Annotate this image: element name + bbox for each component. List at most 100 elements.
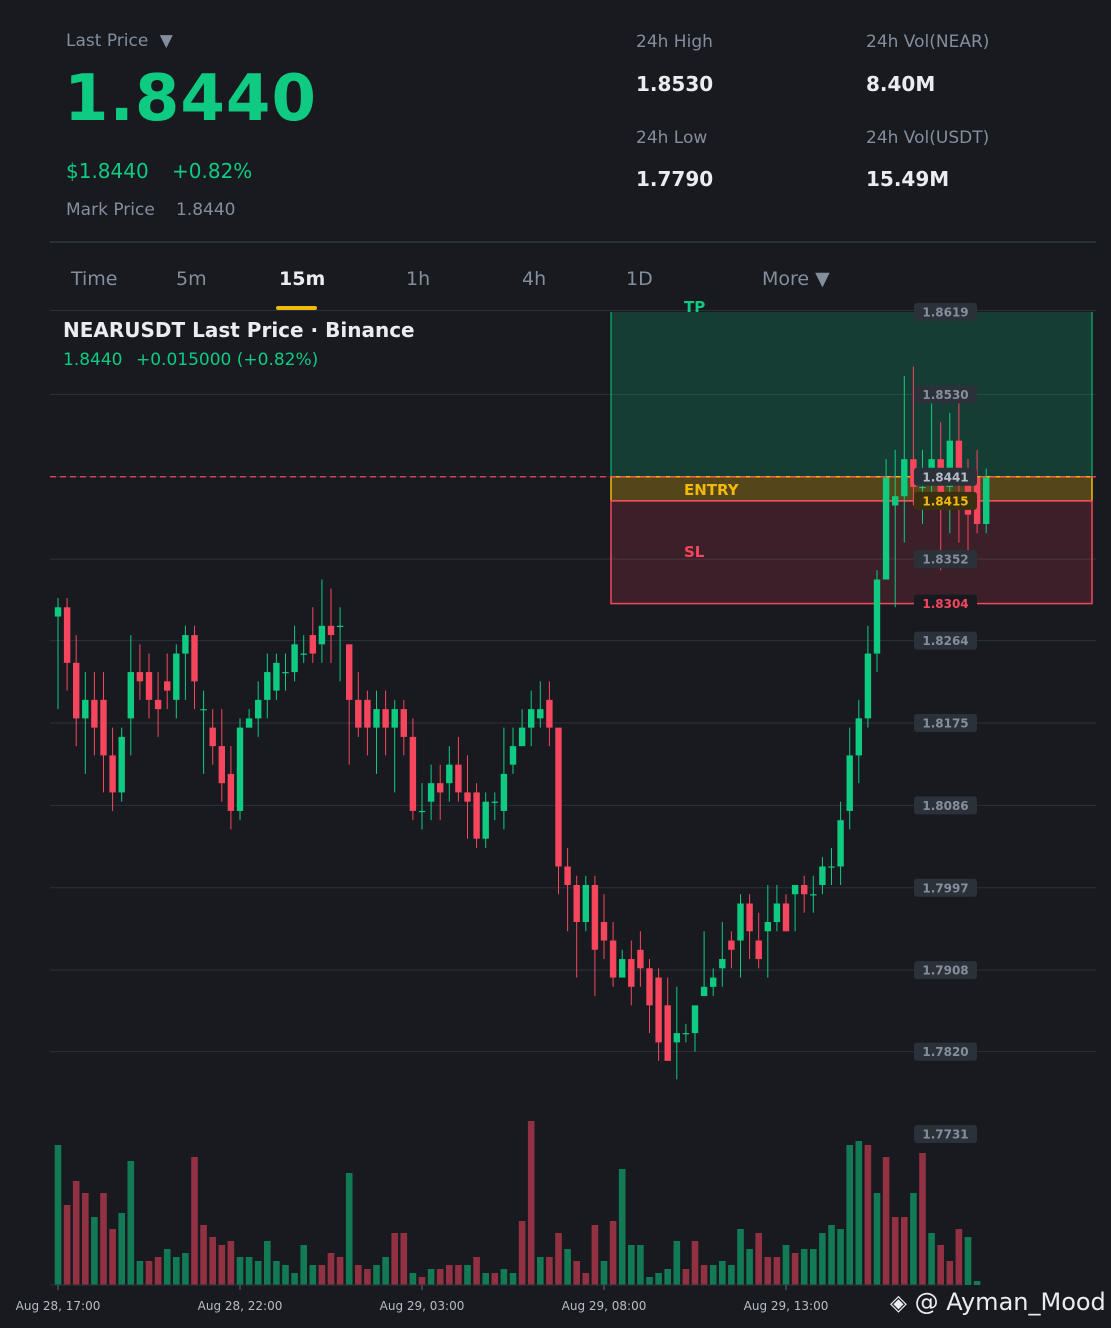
candle-body <box>491 801 498 803</box>
candle <box>700 931 708 997</box>
candle-body <box>673 1033 680 1043</box>
volume-bar <box>182 1253 189 1285</box>
candle-body <box>145 672 153 700</box>
candle-body <box>118 736 125 793</box>
volume-bar <box>327 1253 335 1285</box>
candle <box>437 764 444 821</box>
candle <box>719 922 726 987</box>
candle <box>446 746 453 802</box>
candle <box>200 690 207 774</box>
volume-bar <box>518 1221 526 1285</box>
candle <box>564 847 571 932</box>
candle-body <box>264 672 271 700</box>
candle <box>255 681 262 737</box>
price-axis-label: 1.8175 <box>922 717 968 731</box>
price-axis-label: 1.7997 <box>922 881 968 895</box>
volume-bar <box>391 1233 398 1285</box>
price-axis-label: 1.7820 <box>922 1045 968 1059</box>
chart-title: NEARUSDT Last Price · Binance <box>63 318 415 342</box>
volume-bar <box>901 1217 908 1285</box>
time-axis-label: Aug 28, 22:00 <box>198 1299 283 1313</box>
candle-body <box>855 718 862 756</box>
candle <box>655 968 662 1061</box>
candle-body <box>655 977 662 1043</box>
volume-bar <box>700 1265 708 1285</box>
candle <box>245 709 253 728</box>
volume-bar <box>245 1257 253 1285</box>
volume-bar <box>782 1245 790 1285</box>
volume-bar <box>673 1241 681 1285</box>
candle-body <box>637 949 644 969</box>
volume-bar <box>873 1193 881 1285</box>
volume-bar <box>436 1269 444 1285</box>
candle <box>127 635 134 756</box>
price-axis-label: 1.8352 <box>922 553 968 567</box>
candle-body <box>864 653 872 719</box>
candle-body <box>336 625 344 628</box>
volume-bar <box>100 1193 107 1285</box>
candle <box>746 894 753 960</box>
candle-body <box>646 968 653 1006</box>
candle <box>628 940 635 1006</box>
candle-body <box>746 903 753 932</box>
candle <box>646 959 653 1034</box>
volume-bar <box>227 1241 235 1285</box>
take-profit-zone <box>611 312 1092 477</box>
time-axis-label: Aug 29, 13:00 <box>744 1299 829 1313</box>
candle-body <box>619 959 626 978</box>
candle <box>837 801 844 885</box>
candle-body <box>327 625 335 636</box>
volume-bar <box>200 1225 207 1285</box>
candle <box>537 681 544 728</box>
candle <box>391 699 398 793</box>
candle-body <box>710 977 717 987</box>
volume-bar <box>691 1241 699 1285</box>
candle <box>373 690 380 774</box>
candle <box>491 792 498 821</box>
volume-bar <box>136 1261 144 1285</box>
candle-body <box>628 959 635 987</box>
candle-body <box>482 801 489 839</box>
candle <box>455 736 462 802</box>
price-chart[interactable]: 1.8619 1.8530 1.8352 1.8264 1.8175 1.8086 1.79… <box>0 0 1111 1328</box>
candle <box>637 931 644 987</box>
candle-body <box>919 486 926 489</box>
volume-bar <box>719 1261 726 1285</box>
volume-bar <box>109 1229 116 1285</box>
volume-bar <box>163 1249 171 1285</box>
volume-bar <box>946 1261 954 1285</box>
time-axis-label: Aug 28, 17:00 <box>16 1299 101 1313</box>
volume-bar <box>582 1273 590 1285</box>
volume-bar <box>928 1233 935 1285</box>
volume-bar <box>764 1257 772 1285</box>
candle-body <box>764 922 771 932</box>
candle-body <box>364 699 371 728</box>
volume-bar <box>846 1145 853 1285</box>
time-axis-label: Aug 29, 08:00 <box>562 1299 647 1313</box>
candle <box>209 709 216 765</box>
candle <box>300 635 307 663</box>
candle-body <box>691 1005 699 1034</box>
candle <box>664 977 671 1061</box>
candle-body <box>546 699 553 728</box>
volume-bar <box>537 1257 544 1285</box>
volume-bar <box>637 1245 644 1285</box>
candle-body <box>73 662 80 719</box>
candle-body <box>400 709 407 737</box>
volume-bar <box>600 1261 608 1285</box>
candle-body <box>218 746 225 784</box>
candle-body <box>791 884 799 895</box>
candle <box>109 727 116 811</box>
volume-bars <box>54 1121 981 1285</box>
candle <box>336 607 344 682</box>
candle <box>555 727 562 895</box>
candle-body <box>582 884 589 923</box>
volume-bar <box>373 1265 380 1285</box>
candle-body <box>91 699 98 728</box>
candle <box>546 681 553 747</box>
volume-bar <box>546 1257 553 1285</box>
volume-bar <box>800 1249 808 1285</box>
candle <box>582 875 589 932</box>
candle-body <box>245 718 253 728</box>
candle <box>382 690 389 756</box>
